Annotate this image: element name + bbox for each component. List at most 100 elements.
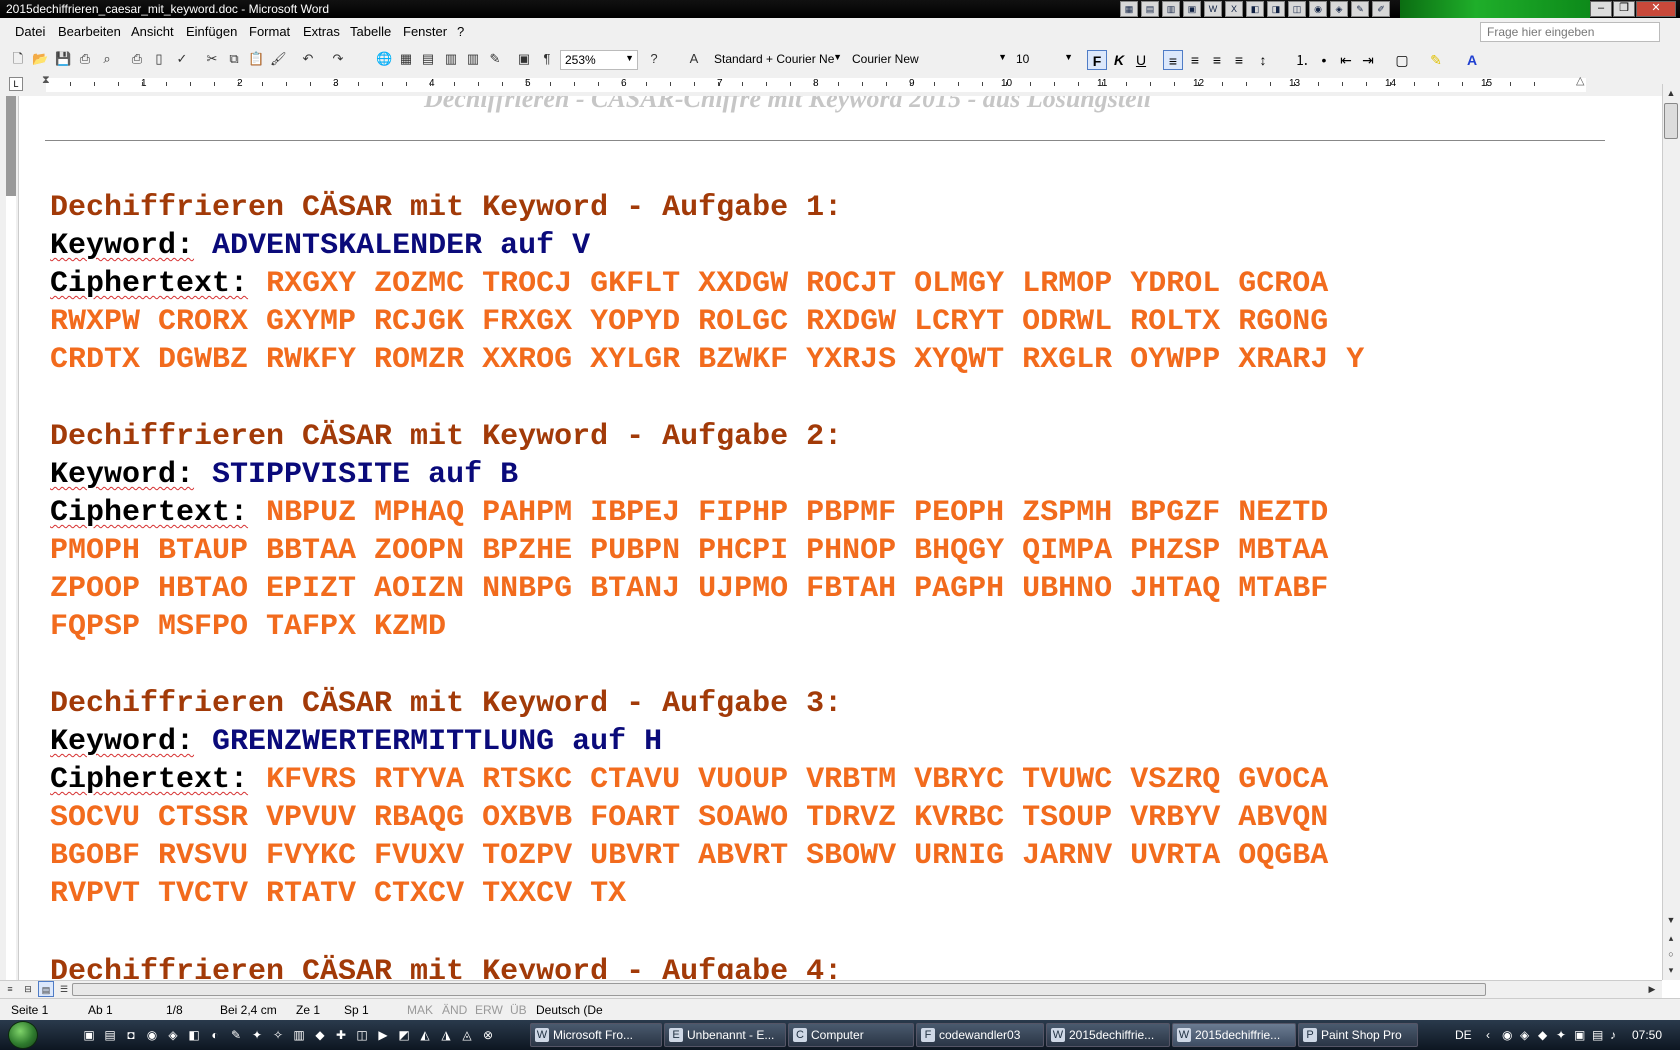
align-center-icon[interactable]: ≡ (1185, 50, 1205, 70)
outline-view-icon[interactable]: ☰ (56, 981, 72, 997)
scroll-up-icon[interactable]: ▲ (1663, 85, 1679, 101)
font-color-icon[interactable]: A (1462, 50, 1482, 70)
spellcheck-icon[interactable]: ✓ (174, 51, 190, 67)
scroll-right-icon[interactable]: ▶ (1644, 981, 1660, 997)
minimize-button[interactable]: – (1590, 1, 1612, 17)
help-question-input[interactable]: Frage hier eingeben (1480, 22, 1660, 42)
start-button[interactable] (8, 1021, 38, 1049)
quicklaunch-icon[interactable]: ✚ (332, 1026, 350, 1044)
tray-icon[interactable]: ◉ (1502, 1028, 1512, 1042)
status-overtype[interactable]: ÜB (510, 1003, 527, 1017)
quicklaunch-icon[interactable]: ✧ (269, 1026, 287, 1044)
bold-button[interactable]: F (1087, 50, 1107, 70)
status-track-changes[interactable]: ÄND (442, 1003, 467, 1017)
app-icon[interactable]: ◈ (1330, 1, 1348, 17)
menu-extras[interactable]: Extras (303, 24, 340, 39)
redo-icon[interactable]: ↷ (330, 51, 346, 67)
quicklaunch-icon[interactable]: ▣ (80, 1026, 98, 1044)
taskbar-item[interactable]: W Microsoft Fro... (530, 1023, 662, 1047)
next-page-icon[interactable]: ▾ (1663, 962, 1679, 978)
document-map-icon[interactable]: ▣ (516, 51, 532, 67)
quicklaunch-icon[interactable]: ◬ (458, 1026, 476, 1044)
quicklaunch-icon[interactable]: ◉ (143, 1026, 161, 1044)
highlight-icon[interactable]: ✎ (1426, 50, 1446, 70)
quicklaunch-icon[interactable]: ◆ (311, 1026, 329, 1044)
style-select[interactable]: Standard + Courier Ne ▼ (710, 50, 845, 70)
line-spacing-icon[interactable]: ↕ (1253, 50, 1273, 70)
undo-icon[interactable]: ↶ (300, 51, 316, 67)
decrease-indent-icon[interactable]: ⇤ (1336, 50, 1356, 70)
font-size-select[interactable]: 10 ▼ (1012, 50, 1076, 70)
menu-tabelle[interactable]: Tabelle (350, 24, 391, 39)
drawing-icon[interactable]: ✎ (487, 51, 503, 67)
insert-excel-icon[interactable]: ▥ (443, 51, 459, 67)
font-select[interactable]: Courier New ▼ (848, 50, 1010, 70)
tray-chevron-icon[interactable]: ‹ (1486, 1028, 1490, 1042)
app-icon[interactable]: ✐ (1372, 1, 1390, 17)
justify-icon[interactable]: ≡ (1229, 50, 1249, 70)
taskbar-item-active[interactable]: W 2015dechiffrie... (1172, 1023, 1296, 1047)
previous-page-icon[interactable]: ▴ (1663, 930, 1679, 946)
close-button[interactable]: ✕ (1636, 1, 1676, 17)
clock[interactable]: 07:50 (1632, 1028, 1662, 1042)
scroll-down-icon[interactable]: ▼ (1663, 912, 1679, 928)
open-icon[interactable]: 📂 (32, 51, 48, 67)
tab-selector-icon[interactable]: L (9, 77, 23, 91)
new-document-icon[interactable]: 🗋 (10, 51, 26, 67)
app-icon[interactable]: ◉ (1309, 1, 1327, 17)
menu-format[interactable]: Format (249, 24, 290, 39)
underline-button[interactable]: U (1131, 50, 1151, 70)
taskbar-item[interactable]: Fcodewandler03 (916, 1023, 1044, 1047)
menu-ansicht[interactable]: Ansicht (131, 24, 174, 39)
increase-indent-icon[interactable]: ⇥ (1358, 50, 1378, 70)
menu-datei[interactable]: Datei (15, 24, 45, 39)
taskbar-item[interactable]: W 2015dechiffrie... (1046, 1023, 1170, 1047)
columns-icon[interactable]: ▥ (465, 51, 481, 67)
indent-marker-icon[interactable]: ⧗ (42, 74, 50, 87)
status-extend[interactable]: ERW (475, 1003, 503, 1017)
quicklaunch-icon[interactable]: ◐ (206, 1026, 224, 1044)
show-formatting-icon[interactable]: ¶ (539, 51, 555, 67)
print-preview-icon[interactable]: ⌕ (99, 51, 115, 67)
tray-language[interactable]: DE (1455, 1028, 1472, 1042)
copy-icon[interactable]: ⧉ (226, 51, 242, 67)
borders-icon[interactable]: ▢ (1392, 50, 1412, 70)
app-icon[interactable]: ◧ (1246, 1, 1264, 17)
menu-bearbeiten[interactable]: Bearbeiten (58, 24, 121, 39)
app-icon[interactable]: ▦ (1120, 1, 1138, 17)
align-right-icon[interactable]: ≡ (1207, 50, 1227, 70)
taskbar-item[interactable]: C Computer (788, 1023, 914, 1047)
quicklaunch-icon[interactable]: ◩ (395, 1026, 413, 1044)
hyperlink-icon[interactable]: 🌐 (376, 51, 392, 67)
italic-button[interactable]: K (1109, 50, 1129, 70)
paste-icon[interactable]: 📋 (248, 51, 264, 67)
maximize-button[interactable]: ❐ (1613, 1, 1635, 17)
vertical-scrollbar[interactable] (1662, 84, 1680, 980)
excel-icon[interactable]: X (1225, 1, 1243, 17)
bullets-icon[interactable]: • (1314, 50, 1334, 70)
quicklaunch-icon[interactable]: ✎ (227, 1026, 245, 1044)
word-icon[interactable]: W (1204, 1, 1222, 17)
status-language[interactable]: Deutsch (De (536, 1003, 603, 1017)
menu-fenster[interactable]: Fenster (403, 24, 447, 39)
horizontal-ruler[interactable]: L ⧗ 1 2 3 4 5 6 7 8 9 10 11 12 13 14 15 … (0, 74, 1680, 97)
normal-view-icon[interactable]: ≡ (2, 981, 18, 997)
quicklaunch-icon[interactable]: ◭ (416, 1026, 434, 1044)
quicklaunch-icon[interactable]: ▤ (101, 1026, 119, 1044)
horizontal-scroll-thumb[interactable] (72, 983, 1486, 996)
numbering-icon[interactable]: ⒈ (1292, 50, 1312, 70)
print-layout-icon[interactable]: ▤ (38, 981, 54, 997)
quicklaunch-icon[interactable]: ◮ (437, 1026, 455, 1044)
quicklaunch-icon[interactable]: ▥ (290, 1026, 308, 1044)
web-view-icon[interactable]: ⊟ (20, 981, 36, 997)
app-icon[interactable]: ▣ (1183, 1, 1201, 17)
save-icon[interactable]: 💾 (55, 51, 71, 67)
taskbar-item[interactable]: E Unbenannt - E... (664, 1023, 786, 1047)
format-painter-icon[interactable]: 🖌 (270, 51, 287, 67)
app-icon[interactable]: ▤ (1141, 1, 1159, 17)
print-icon[interactable]: ⎙ (129, 51, 145, 67)
quicklaunch-icon[interactable]: ◫ (353, 1026, 371, 1044)
vertical-ruler[interactable] (0, 96, 19, 980)
align-left-icon[interactable]: ≡ (1163, 50, 1183, 70)
tray-icon[interactable]: ◈ (1520, 1028, 1529, 1042)
